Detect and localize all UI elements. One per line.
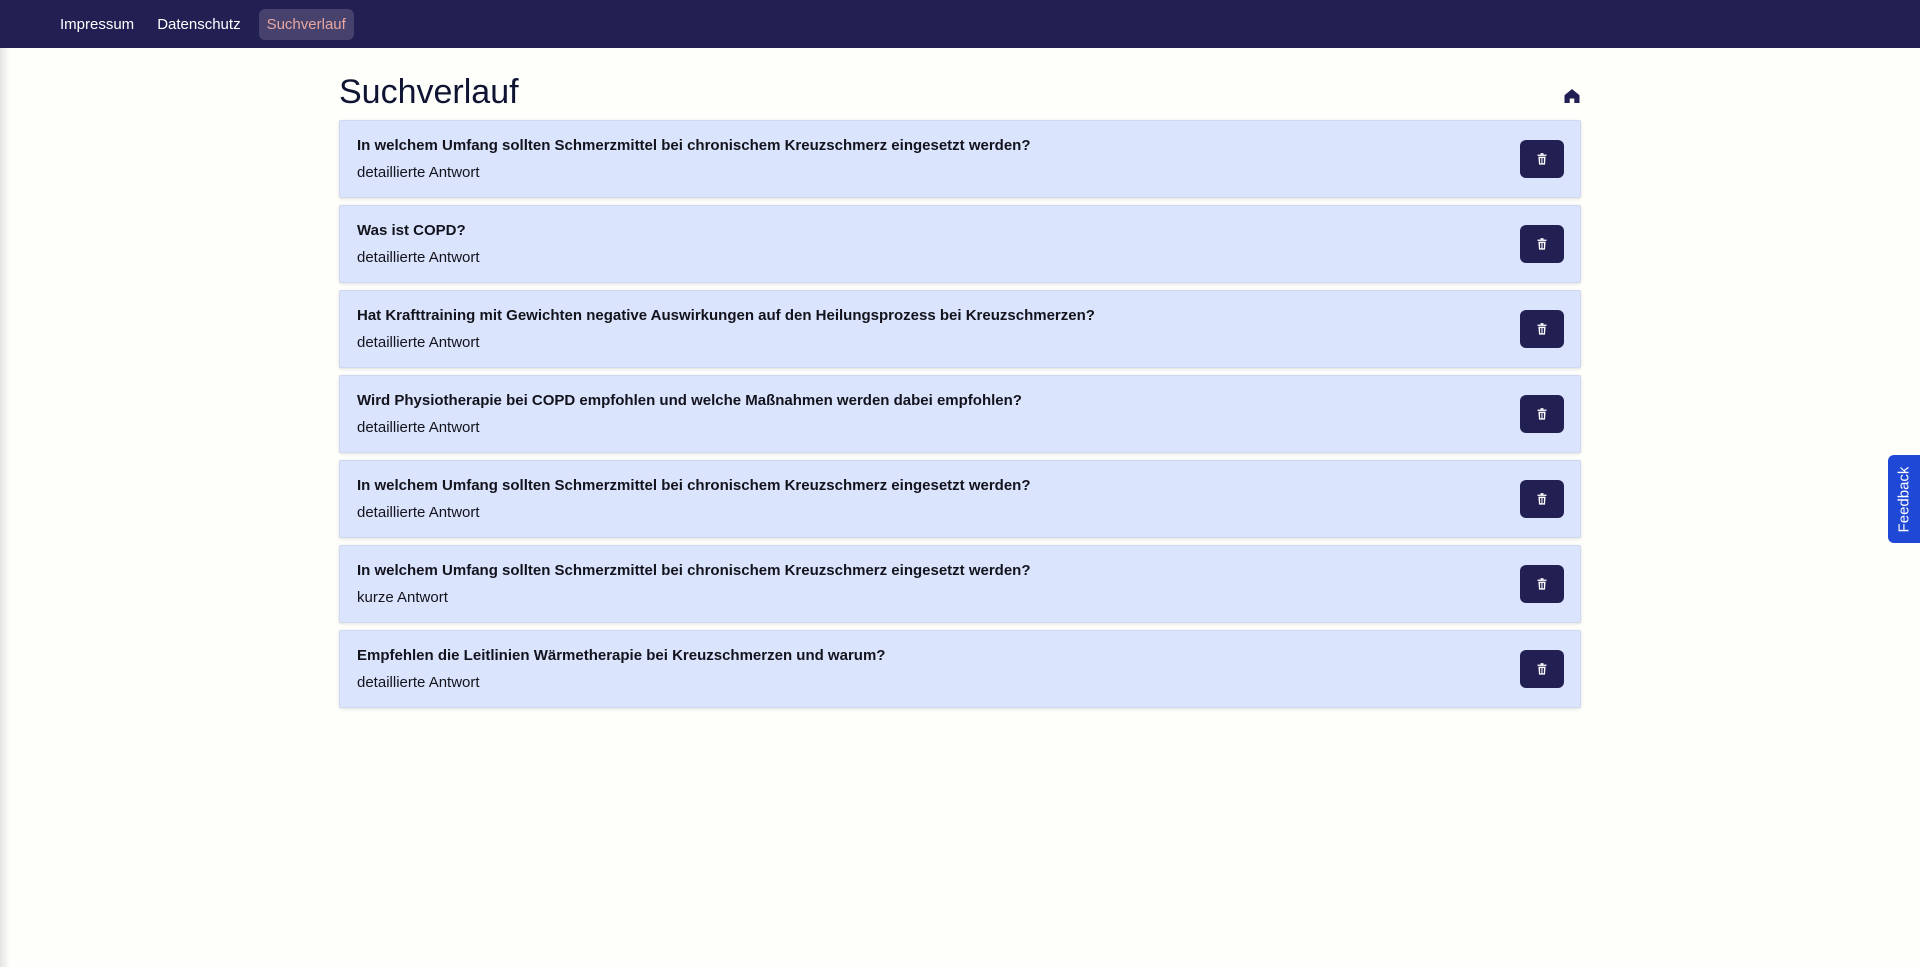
trash-icon xyxy=(1537,663,1547,675)
left-edge-shadow xyxy=(0,48,10,967)
delete-button[interactable] xyxy=(1520,225,1564,263)
trash-icon xyxy=(1537,408,1547,420)
nav-impressum[interactable]: Impressum xyxy=(52,9,142,40)
history-question: In welchem Umfang sollten Schmerzmittel … xyxy=(357,562,1031,579)
history-answer-type: detaillierte Antwort xyxy=(357,249,480,266)
delete-button[interactable] xyxy=(1520,395,1564,433)
trash-icon xyxy=(1537,323,1547,335)
history-answer-type: detaillierte Antwort xyxy=(357,334,480,351)
delete-button[interactable] xyxy=(1520,650,1564,688)
feedback-label: Feedback xyxy=(1895,466,1913,532)
trash-icon xyxy=(1537,238,1547,250)
delete-button[interactable] xyxy=(1520,310,1564,348)
history-question: In welchem Umfang sollten Schmerzmittel … xyxy=(357,477,1031,494)
page-title: Suchverlauf xyxy=(339,73,519,111)
delete-button[interactable] xyxy=(1520,140,1564,178)
history-question: Wird Physiotherapie bei COPD empfohlen u… xyxy=(357,392,1022,409)
nav-datenschutz[interactable]: Datenschutz xyxy=(149,9,248,40)
history-question: Was ist COPD? xyxy=(357,222,466,239)
page-header: Suchverlauf xyxy=(339,48,1581,120)
home-icon[interactable] xyxy=(1563,87,1581,105)
history-answer-type: kurze Antwort xyxy=(357,589,448,606)
history-item[interactable]: Hat Krafttraining mit Gewichten negative… xyxy=(339,290,1581,368)
history-question: In welchem Umfang sollten Schmerzmittel … xyxy=(357,137,1031,154)
history-question: Empfehlen die Leitlinien Wärmetherapie b… xyxy=(357,647,886,664)
history-answer-type: detaillierte Antwort xyxy=(357,419,480,436)
trash-icon xyxy=(1537,578,1547,590)
history-question: Hat Krafttraining mit Gewichten negative… xyxy=(357,307,1095,324)
history-answer-type: detaillierte Antwort xyxy=(357,164,480,181)
nav-suchverlauf[interactable]: Suchverlauf xyxy=(258,8,354,40)
delete-button[interactable] xyxy=(1520,565,1564,603)
top-navbar: Impressum Datenschutz Suchverlauf xyxy=(0,0,1920,48)
history-answer-type: detaillierte Antwort xyxy=(357,674,480,691)
history-item[interactable]: Empfehlen die Leitlinien Wärmetherapie b… xyxy=(339,630,1581,708)
history-item[interactable]: In welchem Umfang sollten Schmerzmittel … xyxy=(339,460,1581,538)
history-item[interactable]: In welchem Umfang sollten Schmerzmittel … xyxy=(339,545,1581,623)
trash-icon xyxy=(1537,493,1547,505)
history-item[interactable]: Was ist COPD? detaillierte Antwort xyxy=(339,205,1581,283)
feedback-tab[interactable]: Feedback xyxy=(1888,455,1920,543)
history-item[interactable]: In welchem Umfang sollten Schmerzmittel … xyxy=(339,120,1581,198)
delete-button[interactable] xyxy=(1520,480,1564,518)
main-content: Suchverlauf In welchem Umfang sollten Sc… xyxy=(339,48,1581,715)
history-item[interactable]: Wird Physiotherapie bei COPD empfohlen u… xyxy=(339,375,1581,453)
trash-icon xyxy=(1537,153,1547,165)
history-list: In welchem Umfang sollten Schmerzmittel … xyxy=(339,120,1581,708)
history-answer-type: detaillierte Antwort xyxy=(357,504,480,521)
